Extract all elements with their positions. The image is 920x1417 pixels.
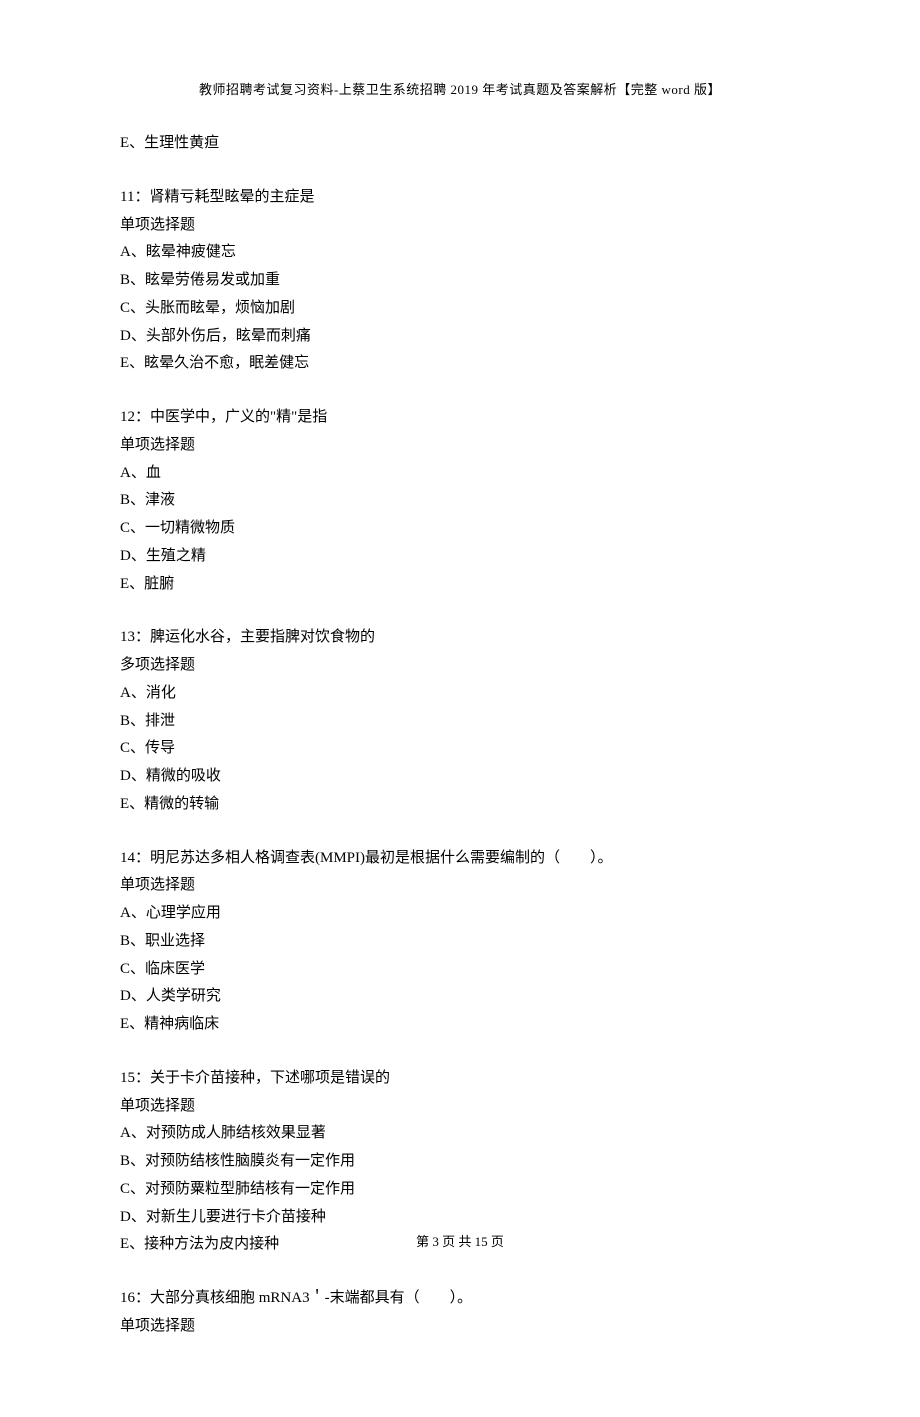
page-header: 教师招聘考试复习资料-上蔡卫生系统招聘 2019 年考试真题及答案解析【完整 w… <box>120 78 800 102</box>
question-title: 15：关于卡介苗接种，下述哪项是错误的 <box>120 1065 800 1093</box>
option-c: C、传导 <box>120 735 800 763</box>
option-b: B、排泄 <box>120 708 800 736</box>
page-container: 教师招聘考试复习资料-上蔡卫生系统招聘 2019 年考试真题及答案解析【完整 w… <box>0 0 920 1417</box>
question-type: 多项选择题 <box>120 652 800 680</box>
option-c: C、一切精微物质 <box>120 515 800 543</box>
question-type: 单项选择题 <box>120 212 800 240</box>
option-a: A、消化 <box>120 680 800 708</box>
option-a: A、眩晕神疲健忘 <box>120 239 800 267</box>
option-d: D、头部外伤后，眩晕而刺痛 <box>120 323 800 351</box>
page-footer: 第 3 页 共 15 页 <box>0 1230 920 1254</box>
option-b: B、眩晕劳倦易发或加重 <box>120 267 800 295</box>
option-e: E、精神病临床 <box>120 1011 800 1039</box>
option-e: E、精微的转输 <box>120 791 800 819</box>
option-text: E、生理性黄疸 <box>120 130 800 158</box>
question-title: 12：中医学中，广义的"精"是指 <box>120 404 800 432</box>
question-title: 13：脾运化水谷，主要指脾对饮食物的 <box>120 624 800 652</box>
option-b: B、津液 <box>120 487 800 515</box>
question-14: 14：明尼苏达多相人格调查表(MMPI)最初是根据什么需要编制的（ ）。 单项选… <box>120 845 800 1039</box>
option-e: E、眩晕久治不愈，眠差健忘 <box>120 350 800 378</box>
option-a: A、血 <box>120 460 800 488</box>
question-type: 单项选择题 <box>120 1313 800 1341</box>
question-11: 11：肾精亏耗型眩晕的主症是 单项选择题 A、眩晕神疲健忘 B、眩晕劳倦易发或加… <box>120 184 800 378</box>
option-d: D、人类学研究 <box>120 983 800 1011</box>
question-type: 单项选择题 <box>120 432 800 460</box>
option-d: D、生殖之精 <box>120 543 800 571</box>
leading-option-block: E、生理性黄疸 <box>120 130 800 158</box>
question-title: 11：肾精亏耗型眩晕的主症是 <box>120 184 800 212</box>
option-d: D、对新生儿要进行卡介苗接种 <box>120 1204 800 1232</box>
question-type: 单项选择题 <box>120 872 800 900</box>
option-d: D、精微的吸收 <box>120 763 800 791</box>
option-a: A、心理学应用 <box>120 900 800 928</box>
option-b: B、职业选择 <box>120 928 800 956</box>
question-13: 13：脾运化水谷，主要指脾对饮食物的 多项选择题 A、消化 B、排泄 C、传导 … <box>120 624 800 818</box>
question-16: 16：大部分真核细胞 mRNA3＇-末端都具有（ ）。 单项选择题 <box>120 1285 800 1341</box>
question-type: 单项选择题 <box>120 1093 800 1121</box>
question-title: 16：大部分真核细胞 mRNA3＇-末端都具有（ ）。 <box>120 1285 800 1313</box>
option-c: C、头胀而眩晕，烦恼加剧 <box>120 295 800 323</box>
option-c: C、对预防粟粒型肺结核有一定作用 <box>120 1176 800 1204</box>
question-title: 14：明尼苏达多相人格调查表(MMPI)最初是根据什么需要编制的（ ）。 <box>120 845 800 873</box>
question-12: 12：中医学中，广义的"精"是指 单项选择题 A、血 B、津液 C、一切精微物质… <box>120 404 800 598</box>
option-c: C、临床医学 <box>120 956 800 984</box>
option-e: E、脏腑 <box>120 571 800 599</box>
option-a: A、对预防成人肺结核效果显著 <box>120 1120 800 1148</box>
option-b: B、对预防结核性脑膜炎有一定作用 <box>120 1148 800 1176</box>
